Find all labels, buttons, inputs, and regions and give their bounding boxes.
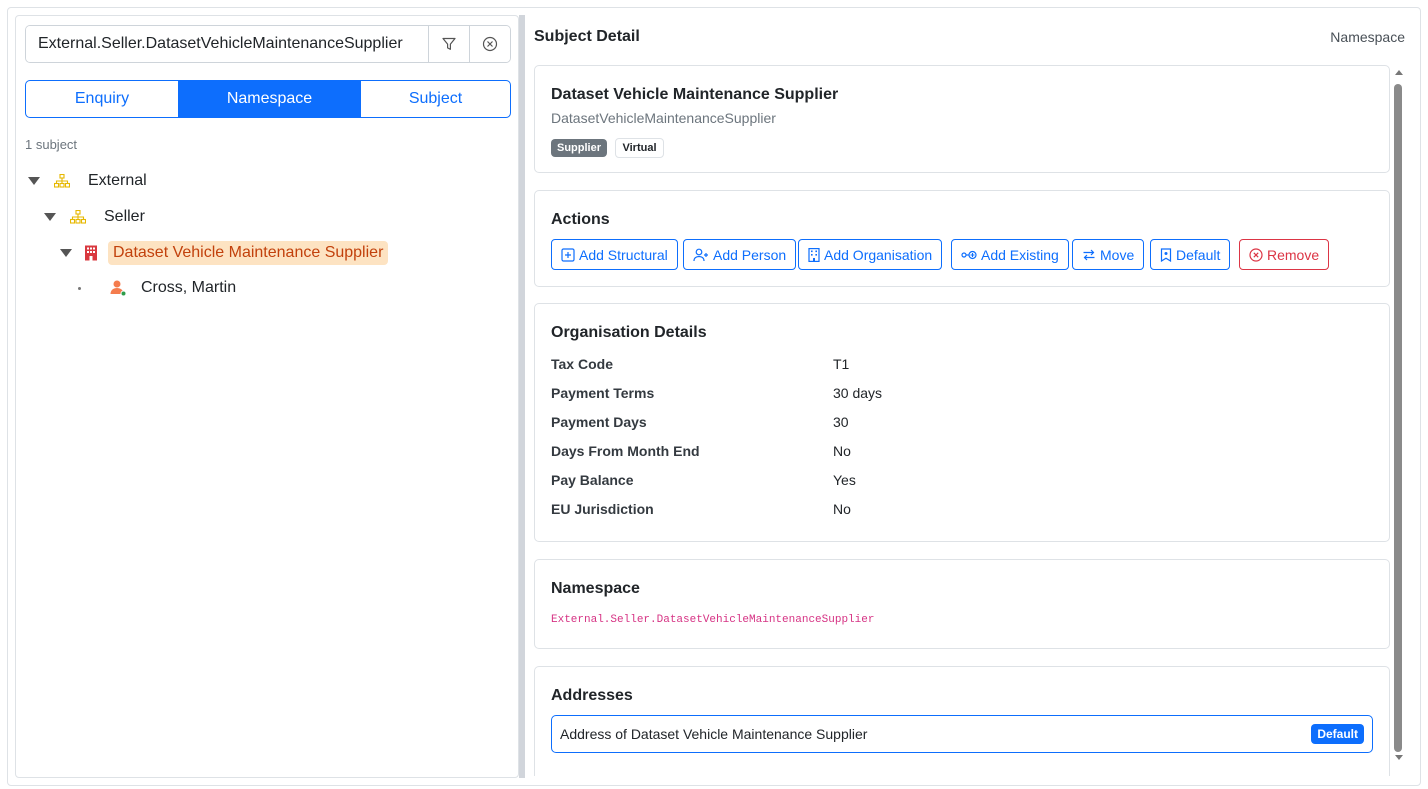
add-person-button[interactable]: Add Person (683, 239, 797, 270)
tax-code-value: T1 (833, 356, 850, 372)
namespace-value: External.Seller.DatasetVehicleMaintenanc… (551, 614, 875, 626)
addresses-title: Addresses (551, 687, 633, 704)
filter-icon (442, 37, 456, 50)
scroll-up-arrow-icon[interactable] (1394, 68, 1404, 76)
tax-code-key: Tax Code (551, 356, 613, 372)
addresses-card: Addresses Address of Dataset Vehicle Mai… (534, 666, 1390, 776)
add-structural-button[interactable]: Add Structural (551, 239, 678, 270)
add-person-label: Add Person (713, 246, 787, 263)
tree-label-seller[interactable]: Seller (104, 208, 145, 226)
hierarchy-icon (54, 174, 70, 188)
link-add-icon (961, 250, 977, 259)
tree-node-seller[interactable]: Seller (44, 203, 145, 231)
subject-count: 1 subject (25, 137, 78, 152)
tree-node-person[interactable]: Cross, Martin (78, 274, 236, 302)
default-address-badge: Default (1311, 724, 1364, 744)
scroll-down-arrow-icon[interactable] (1394, 754, 1404, 762)
hierarchy-icon (70, 210, 86, 224)
swap-arrows-icon (1083, 249, 1095, 260)
tree-label-person[interactable]: Cross, Martin (141, 279, 236, 297)
badge-row: Supplier Virtual (551, 138, 664, 158)
address-item[interactable]: Address of Dataset Vehicle Maintenance S… (551, 715, 1373, 753)
add-existing-label: Add Existing (981, 246, 1059, 263)
tab-subject[interactable]: Subject (360, 81, 510, 117)
address-label: Address of Dataset Vehicle Maintenance S… (560, 726, 868, 742)
organisation-details-card: Organisation Details Tax Code T1 Payment… (534, 303, 1390, 542)
default-button[interactable]: Default (1150, 239, 1231, 270)
add-organisation-button[interactable]: Add Organisation (798, 239, 943, 270)
remove-label: Remove (1267, 246, 1320, 263)
tree-node-supplier[interactable]: Dataset Vehicle Maintenance Supplier (60, 239, 389, 267)
days-from-month-end-value: No (833, 443, 851, 459)
expand-caret-icon[interactable] (28, 177, 40, 185)
navigator-pane: Enquiry Namespace Subject 1 subject Exte… (15, 15, 519, 778)
tab-namespace[interactable]: Namespace (178, 81, 360, 117)
remove-button[interactable]: Remove (1239, 239, 1330, 270)
pane-splitter[interactable] (519, 15, 525, 778)
org-details-title: Organisation Details (551, 324, 707, 341)
detail-context: Namespace (1330, 29, 1405, 45)
scrollbar-thumb[interactable] (1394, 84, 1402, 752)
actions-card: Actions Add Structural Add Person Add Or… (534, 190, 1390, 287)
person-icon (110, 280, 127, 297)
leaf-bullet (78, 286, 81, 290)
default-label: Default (1176, 246, 1221, 263)
tree-node-external[interactable]: External (28, 167, 147, 195)
supplier-badge: Supplier (551, 139, 608, 157)
subject-code: DatasetVehicleMaintenanceSupplier (551, 110, 776, 126)
pay-balance-value: Yes (833, 472, 856, 488)
expand-caret-icon[interactable] (60, 249, 72, 257)
clear-button[interactable] (469, 26, 510, 62)
search-box (25, 25, 511, 63)
eu-jurisdiction-key: EU Jurisdiction (551, 501, 654, 517)
search-input[interactable] (26, 26, 428, 62)
bookmark-star-icon (1160, 247, 1172, 262)
person-add-icon (693, 248, 708, 261)
expand-caret-icon[interactable] (44, 213, 56, 221)
days-from-month-end-key: Days From Month End (551, 443, 700, 459)
subject-header-card: Dataset Vehicle Maintenance Supplier Dat… (534, 65, 1390, 173)
actions-title: Actions (551, 211, 610, 228)
namespace-card: Namespace External.Seller.DatasetVehicle… (534, 559, 1390, 649)
payment-terms-key: Payment Terms (551, 385, 655, 401)
subject-name: Dataset Vehicle Maintenance Supplier (551, 86, 839, 103)
eu-jurisdiction-value: No (833, 501, 851, 517)
move-label: Move (1100, 246, 1135, 263)
tree-label-external[interactable]: External (88, 172, 147, 190)
payment-terms-value: 30 days (833, 385, 883, 401)
pay-balance-key: Pay Balance (551, 472, 634, 488)
add-organisation-label: Add Organisation (824, 246, 933, 263)
view-tabs: Enquiry Namespace Subject (25, 80, 511, 118)
detail-title: Subject Detail (534, 28, 640, 45)
filter-button[interactable] (428, 26, 469, 62)
add-structural-label: Add Structural (579, 246, 668, 263)
tree-label-selected[interactable]: Dataset Vehicle Maintenance Supplier (108, 241, 389, 265)
tab-enquiry[interactable]: Enquiry (26, 81, 178, 117)
add-existing-button[interactable]: Add Existing (951, 239, 1069, 270)
payment-days-value: 30 (833, 414, 849, 430)
remove-circle-icon (1249, 247, 1263, 262)
building-outline-icon (808, 247, 820, 262)
namespace-title: Namespace (551, 580, 640, 597)
clear-circle-icon (482, 36, 498, 52)
move-button[interactable]: Move (1072, 239, 1145, 270)
building-icon (85, 245, 97, 261)
virtual-badge: Virtual (615, 138, 664, 158)
plus-square-icon (561, 247, 575, 262)
payment-days-key: Payment Days (551, 414, 647, 430)
